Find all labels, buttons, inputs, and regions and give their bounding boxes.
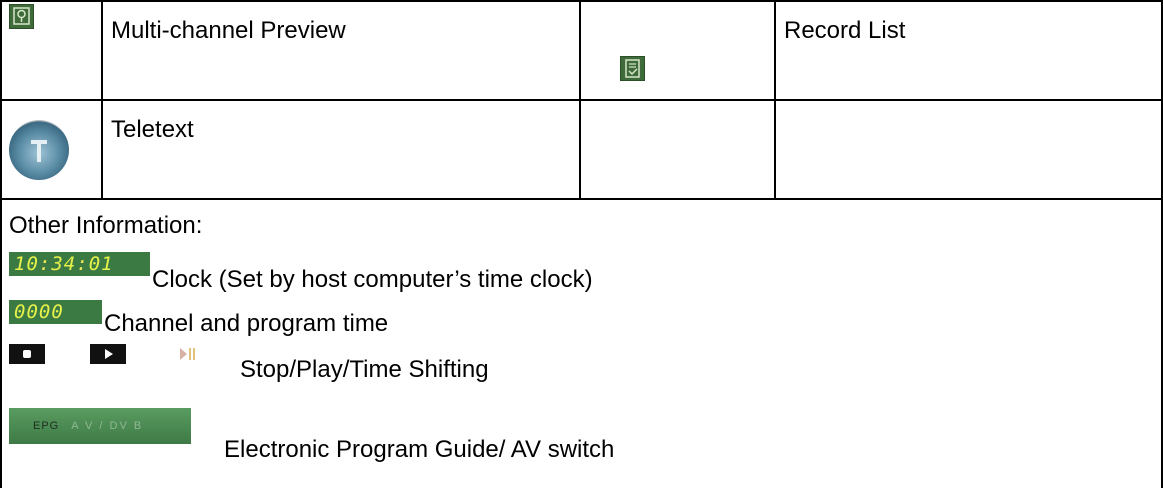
table-row-divider bbox=[0, 99, 1163, 101]
epg-av-switch-button[interactable]: EPG A V / DV B bbox=[9, 408, 191, 444]
playback-label: Stop/Play/Time Shifting bbox=[240, 356, 489, 383]
time-shifting-button[interactable] bbox=[176, 344, 212, 364]
table-column-divider bbox=[101, 0, 103, 199]
clock-seconds: 01 bbox=[88, 253, 114, 275]
multi-channel-preview-label: Multi-channel Preview bbox=[111, 17, 346, 44]
stop-button[interactable] bbox=[9, 344, 45, 364]
epg-label: Electronic Program Guide/ AV switch bbox=[224, 436, 615, 463]
channel-display: 0000 bbox=[9, 300, 102, 324]
table-border-top bbox=[0, 0, 1163, 2]
table-column-divider bbox=[774, 0, 776, 199]
clock-minutes: 34 bbox=[51, 253, 77, 275]
multi-channel-preview-icon bbox=[9, 4, 34, 29]
av-switch-button-label[interactable]: A V / DV B bbox=[71, 420, 143, 432]
play-button[interactable] bbox=[90, 344, 126, 364]
document-page: Multi-channel Preview Record List Telete… bbox=[0, 0, 1163, 488]
clock-display: 10:34:01 bbox=[9, 252, 150, 276]
other-information-heading: Other Information: bbox=[9, 212, 203, 239]
table-border-left bbox=[0, 0, 2, 488]
table-column-divider bbox=[579, 0, 581, 199]
record-list-icon bbox=[620, 56, 645, 81]
clock-hours: 10 bbox=[14, 253, 39, 275]
clock-label: Clock (Set by host computer’s time clock… bbox=[152, 266, 593, 293]
epg-button-label[interactable]: EPG bbox=[33, 420, 59, 432]
teletext-icon bbox=[9, 120, 69, 180]
table-row-divider bbox=[0, 198, 1163, 200]
record-list-label: Record List bbox=[784, 17, 906, 44]
teletext-label: Teletext bbox=[111, 116, 194, 143]
channel-label: Channel and program time bbox=[104, 310, 389, 337]
